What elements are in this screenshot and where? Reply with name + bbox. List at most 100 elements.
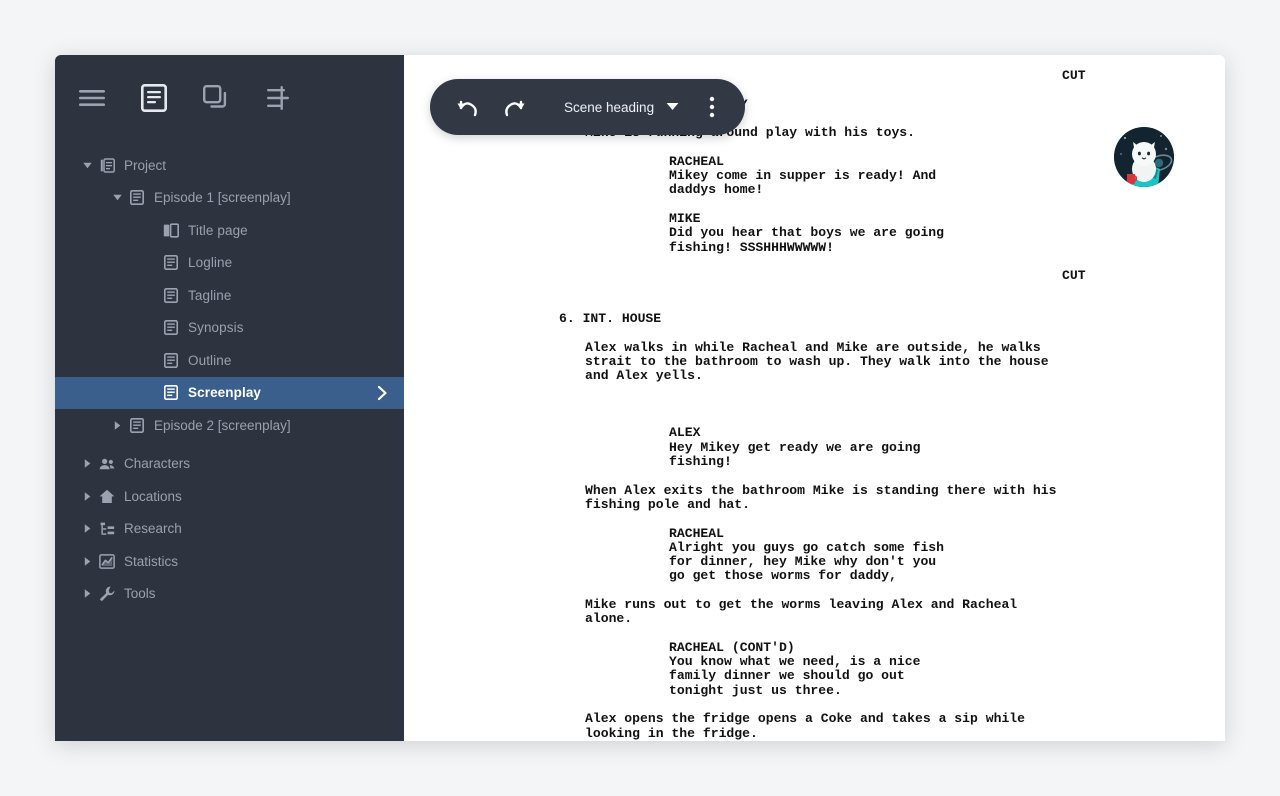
script-line-action[interactable]: strait to the bathroom to wash up. They … <box>404 354 1225 369</box>
script-blank-line <box>404 469 1225 483</box>
sidebar-item-characters[interactable]: Characters <box>55 448 404 481</box>
sidebar-item-episode-1-screenplay[interactable]: Episode 1 [screenplay] <box>55 182 404 215</box>
sidebar-item-outline[interactable]: Outline <box>55 344 404 377</box>
document-icon <box>163 320 179 336</box>
script-line-dialog[interactable]: Did you hear that boys we are going <box>404 225 1225 240</box>
sidebar-item-statistics[interactable]: Statistics <box>55 545 404 578</box>
script-line-char[interactable]: RACHEAL <box>404 154 1225 169</box>
redo-icon[interactable] <box>500 92 530 122</box>
script-line-transition[interactable]: CUT <box>404 268 1225 283</box>
sidebar-item-research[interactable]: Research <box>55 513 404 546</box>
script-line-char[interactable]: RACHEAL <box>404 526 1225 541</box>
sidebar-item-tagline[interactable]: Tagline <box>55 279 404 312</box>
script-line-heading[interactable]: 6. INT. HOUSE <box>404 311 1225 326</box>
script-line-char[interactable]: RACHEAL (CONT'D) <box>404 640 1225 655</box>
sidebar-item-episode-2-screenplay[interactable]: Episode 2 [screenplay] <box>55 409 404 442</box>
script-line-dialog[interactable]: You know what we need, is a nice <box>404 654 1225 669</box>
more-options-icon[interactable] <box>697 92 727 122</box>
sidebar-item-logline[interactable]: Logline <box>55 247 404 280</box>
chevron-down-icon[interactable] <box>81 159 93 171</box>
script-blank-line <box>404 584 1225 598</box>
sidebar-item-title-page[interactable]: Title page <box>55 214 404 247</box>
screenplay-text[interactable]: CUTDAYMike is running around play with h… <box>404 55 1225 741</box>
sidebar-item-label: Locations <box>124 488 182 504</box>
sidebar-toolbar <box>55 55 404 141</box>
open-screenplay-icon[interactable] <box>377 385 388 400</box>
sidebar-item-label: Episode 2 [screenplay] <box>154 417 291 433</box>
script-line-dialog[interactable]: go get those worms for daddy, <box>404 569 1225 584</box>
undo-icon[interactable] <box>452 92 482 122</box>
script-line-action[interactable]: When Alex exits the bathroom Mike is sta… <box>404 483 1225 498</box>
chevron-right-icon[interactable] <box>81 458 93 470</box>
script-line-dialog[interactable]: tonight just us three. <box>404 683 1225 698</box>
sidebar-item-label: Screenplay <box>188 385 262 400</box>
outline-tune-icon[interactable] <box>263 83 293 113</box>
script-line-action[interactable]: and Alex yells. <box>404 368 1225 383</box>
caret-placeholder <box>145 387 157 399</box>
sidebar-item-label: Title page <box>188 222 248 238</box>
script-line-action[interactable]: fishing pole and hat. <box>404 497 1225 512</box>
wrench-icon <box>99 586 115 602</box>
app-window: Project Episode 1 [screenplay] Title page L… <box>55 55 1225 741</box>
script-line-dialog[interactable]: family dinner we should go out <box>404 669 1225 684</box>
caret-placeholder <box>145 224 157 236</box>
script-line-char[interactable]: MIKE <box>404 211 1225 226</box>
sidebar-item-tools[interactable]: Tools <box>55 578 404 611</box>
script-blank-line <box>404 326 1225 340</box>
script-line-action[interactable]: Alex walks in while Racheal and Mike are… <box>404 340 1225 355</box>
chevron-right-icon[interactable] <box>81 555 93 567</box>
document-icon <box>129 190 145 206</box>
chevron-right-icon[interactable] <box>111 419 123 431</box>
script-line-dialog[interactable]: fishing! SSSHHHWWWWW! <box>404 240 1225 255</box>
document-icon[interactable] <box>139 83 169 113</box>
script-line-action[interactable]: looking in the fridge. <box>404 726 1225 741</box>
script-line-dialog[interactable]: for dinner, hey Mike why don't you <box>404 554 1225 569</box>
sidebar-item-label: Statistics <box>124 553 179 569</box>
script-blank-line <box>404 198 1225 212</box>
script-blank-line <box>404 283 1225 297</box>
cards-icon[interactable] <box>201 83 231 113</box>
script-line-dialog[interactable]: Hey Mikey get ready we are going <box>404 440 1225 455</box>
script-blank-line <box>404 298 1225 312</box>
script-blank-line <box>404 255 1225 269</box>
script-line-dialog[interactable]: Alright you guys go catch some fish <box>404 540 1225 555</box>
caret-placeholder <box>145 354 157 366</box>
sidebar-item-label: Research <box>124 521 182 536</box>
editor-toolbar: Scene heading <box>430 79 746 135</box>
sidebar-item-project[interactable]: Project <box>55 149 404 182</box>
script-line-dialog[interactable]: Mikey come in supper is ready! And <box>404 168 1225 183</box>
script-line-char[interactable]: ALEX <box>404 426 1225 441</box>
sidebar-item-label: Characters <box>124 456 191 471</box>
project-icon <box>99 157 115 173</box>
format-dropdown-label: Scene heading <box>564 99 655 115</box>
chevron-down-icon <box>666 98 679 116</box>
chevron-down-icon[interactable] <box>111 192 123 204</box>
sidebar-item-label: Episode 1 [screenplay] <box>154 190 291 205</box>
document-icon <box>163 352 179 368</box>
sidebar-item-synopsis[interactable]: Synopsis <box>55 312 404 345</box>
tree-icon <box>99 521 115 537</box>
chevron-right-icon[interactable] <box>81 523 93 535</box>
sidebar-item-screenplay[interactable]: Screenplay <box>55 376 404 409</box>
chevron-right-icon[interactable] <box>81 490 93 502</box>
menu-icon[interactable] <box>77 83 107 113</box>
script-blank-line <box>404 412 1225 426</box>
script-line-dialog[interactable]: daddys home! <box>404 183 1225 198</box>
sidebar-item-locations[interactable]: Locations <box>55 480 404 513</box>
script-line-action[interactable]: Alex opens the fridge opens a Coke and t… <box>404 712 1225 727</box>
avatar[interactable] <box>1114 127 1174 187</box>
sidebar-item-label: Logline <box>188 255 233 270</box>
script-line-dialog[interactable]: fishing! <box>404 454 1225 469</box>
document-icon <box>163 255 179 271</box>
chevron-right-icon[interactable] <box>81 588 93 600</box>
script-line-action[interactable]: alone. <box>404 611 1225 626</box>
format-dropdown[interactable]: Scene heading <box>564 98 679 116</box>
chart-icon <box>99 553 115 569</box>
sidebar-item-label: Project <box>124 157 167 173</box>
script-blank-line <box>404 698 1225 712</box>
caret-placeholder <box>145 257 157 269</box>
script-blank-line <box>404 384 1225 398</box>
document-icon <box>163 287 179 303</box>
sidebar-item-label: Outline <box>188 352 232 368</box>
script-line-action[interactable]: Mike runs out to get the worms leaving A… <box>404 597 1225 612</box>
